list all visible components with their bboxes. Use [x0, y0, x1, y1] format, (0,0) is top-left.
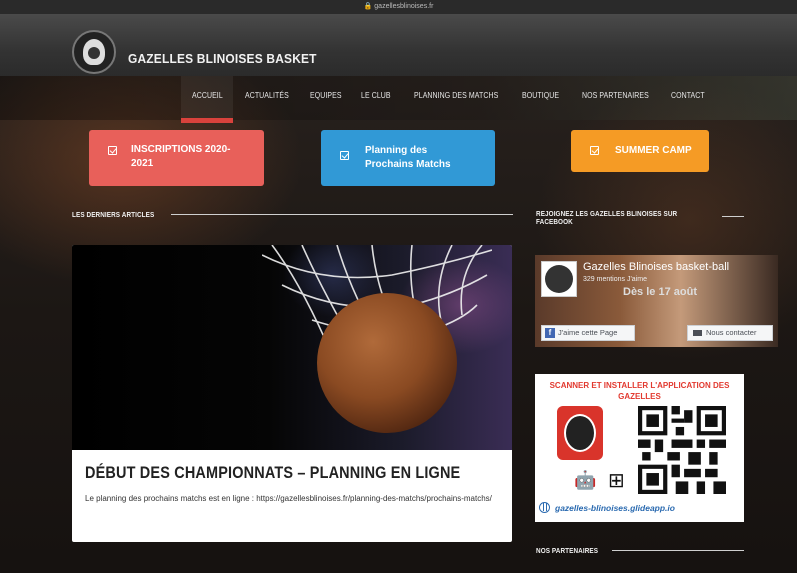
nav-active-highlight	[181, 76, 233, 120]
site-title[interactable]: GAZELLES BLINOISES BASKET	[128, 51, 317, 66]
article-image[interactable]	[72, 245, 512, 450]
partners-heading: NOS PARTENAIRES	[536, 546, 599, 555]
basketball-image	[317, 293, 457, 433]
heading-divider	[171, 214, 513, 215]
nav-item-equipes[interactable]: EQUIPES	[310, 90, 342, 100]
android-icon: 🤖	[574, 470, 597, 490]
platform-icons: 🤖 ⊞	[540, 468, 640, 496]
contact-label: Nous contacter	[706, 328, 757, 337]
facebook-icon: f	[545, 328, 555, 338]
nav-item-boutique[interactable]: BOUTIQUE	[522, 90, 559, 100]
facebook-page-name[interactable]: Gazelles Blinoises basket-ball	[583, 261, 729, 273]
club-logo[interactable]	[72, 30, 116, 74]
lock-icon: 🔒	[363, 3, 373, 10]
facebook-cover-text: Dès le 17 août	[623, 286, 697, 298]
windows-icon: ⊞	[608, 470, 625, 492]
browser-address-bar[interactable]: 🔒 gazellesblinoises.fr	[0, 0, 797, 14]
nav-item-le-club[interactable]: LE CLUB	[361, 90, 391, 100]
article-excerpt: Le planning des prochains matchs est en …	[85, 494, 492, 503]
inscriptions-label: INSCRIPTIONS 2020-2021	[131, 144, 231, 169]
facebook-contact-button[interactable]: Nous contacter	[687, 325, 773, 341]
checkbox-icon	[340, 151, 349, 160]
facebook-page-widget[interactable]: Gazelles Blinoises basket-ball 329 menti…	[535, 255, 778, 347]
like-label: J'aime cette Page	[558, 328, 618, 337]
checkbox-icon	[590, 146, 599, 155]
app-promo-title: SCANNER ET INSTALLER L'APPLICATION DES G…	[549, 381, 730, 401]
facebook-heading: REJOIGNEZ LES GAZELLES BLINOISES SUR FAC…	[536, 209, 678, 226]
inscriptions-button[interactable]: INSCRIPTIONS 2020-2021	[89, 130, 264, 186]
facebook-like-button[interactable]: f J'aime cette Page	[541, 325, 635, 341]
nav-item-actualites[interactable]: ACTUALITÉS	[245, 90, 289, 100]
article-title[interactable]: DÉBUT DES CHAMPIONNATS – PLANNING EN LIG…	[85, 463, 460, 483]
app-promo-banner[interactable]: SCANNER ET INSTALLER L'APPLICATION DES G…	[535, 374, 744, 522]
summer-camp-label: SUMMER CAMP	[615, 145, 692, 156]
url-text: gazellesblinoises.fr	[374, 3, 434, 10]
globe-icon	[539, 502, 550, 513]
app-logo	[557, 406, 603, 460]
qr-code-icon	[638, 406, 726, 494]
planning-button[interactable]: Planning des Prochains Matchs	[321, 130, 495, 186]
facebook-avatar[interactable]	[541, 261, 577, 297]
latest-articles-heading: LES DERNIERS ARTICLES	[72, 210, 155, 219]
site-header: GAZELLES BLINOISES BASKET	[0, 14, 797, 76]
mail-icon	[693, 330, 702, 336]
nav-item-contact[interactable]: CONTACT	[671, 90, 705, 100]
heading-divider	[612, 550, 744, 551]
featured-article-card[interactable]: DÉBUT DES CHAMPIONNATS – PLANNING EN LIG…	[72, 245, 512, 542]
facebook-members: 329 mentions J'aime	[583, 276, 647, 283]
summer-camp-button[interactable]: SUMMER CAMP	[571, 130, 709, 172]
checkbox-icon	[108, 146, 117, 155]
app-url-link[interactable]: gazelles-blinoises.glideapp.io	[555, 503, 675, 513]
heading-divider	[722, 216, 744, 217]
main-nav: ACCUEIL ACTUALITÉS EQUIPES LE CLUB PLANN…	[0, 76, 797, 120]
nav-item-planning[interactable]: PLANNING DES MATCHS	[414, 90, 498, 100]
nav-active-indicator	[181, 118, 233, 123]
nav-item-partenaires[interactable]: NOS PARTENAIRES	[582, 90, 649, 100]
planning-label: Planning des Prochains Matchs	[365, 145, 451, 170]
